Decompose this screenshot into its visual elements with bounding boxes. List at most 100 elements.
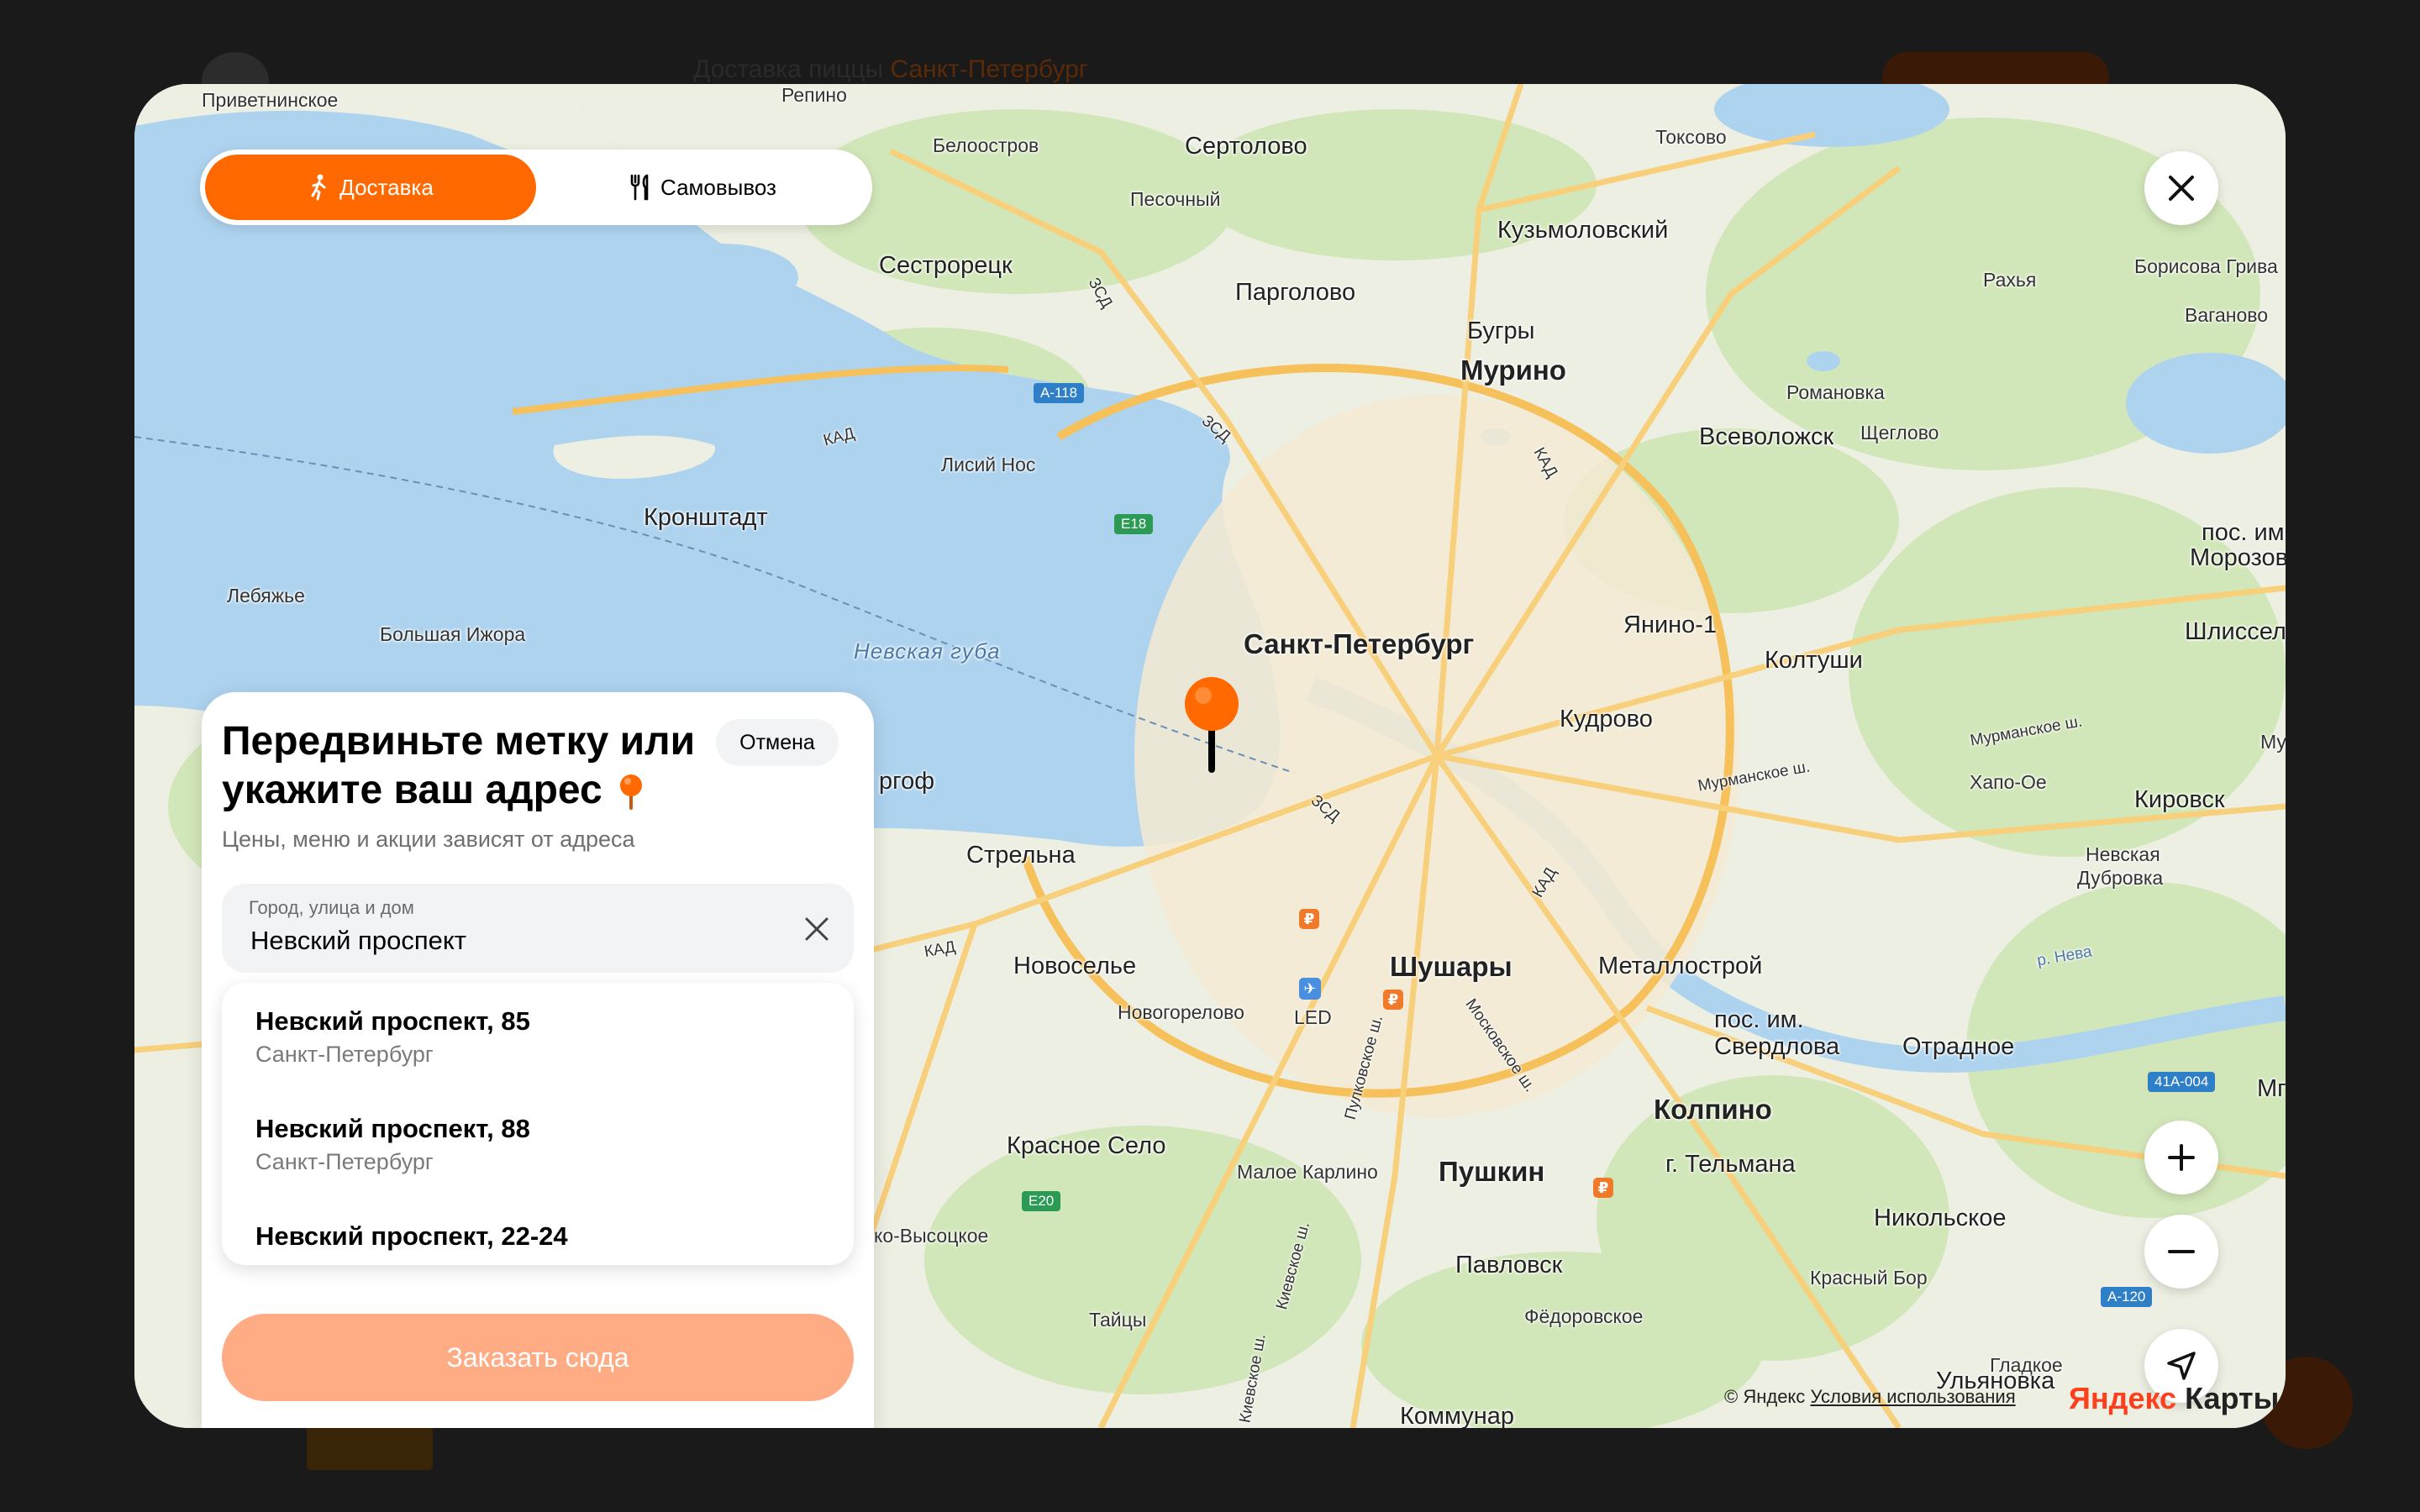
- panel-title: Передвиньте метку или укажите ваш адрес: [222, 719, 696, 812]
- map-attribution: © Яндекс Условия использования: [1724, 1386, 2016, 1408]
- navigation-arrow-icon: [2167, 1352, 2196, 1380]
- map-label: Лисий Нос: [941, 454, 1036, 475]
- tab-delivery-label: Доставка: [339, 174, 434, 200]
- map-label: Кудрово: [1560, 706, 1653, 732]
- fork-knife-icon: [630, 174, 649, 201]
- map-label: Металлострой: [1598, 953, 1763, 979]
- map-label: Му: [2260, 731, 2286, 753]
- map-label: Песочный: [1130, 188, 1221, 210]
- map-label: Морозова: [2190, 544, 2286, 571]
- map-label: Хапо-Ое: [1970, 771, 2047, 793]
- map-label: Бугры: [1467, 318, 1535, 344]
- map-label: Стрельна: [966, 842, 1076, 869]
- map-label: пос. им.: [2202, 519, 2286, 546]
- attribution-text: © Яндекс: [1724, 1386, 1806, 1407]
- plus-icon: [2168, 1144, 2195, 1171]
- map-label: Янино-1: [1623, 612, 1718, 638]
- map-label: ргоф: [879, 768, 935, 795]
- zoom-out-button[interactable]: [2144, 1215, 2218, 1289]
- minus-icon: [2168, 1250, 2195, 1253]
- suggestion-item[interactable]: Невский проспект, 88 Санкт-Петербург: [222, 1090, 854, 1191]
- map-label: ко-Высоцкое: [874, 1225, 989, 1247]
- address-modal: Приветнинское Репино Белоостров Сертолов…: [134, 84, 2286, 1428]
- suggestion-street: Невский проспект, 88: [255, 1114, 530, 1143]
- tab-pickup[interactable]: Самовывоз: [538, 155, 867, 220]
- map-label: Новогорелово: [1118, 1001, 1244, 1023]
- suggestion-item[interactable]: Невский проспект, 22-24: [222, 1198, 854, 1265]
- road-badge: E20: [1022, 1191, 1061, 1211]
- order-here-button[interactable]: Заказать сюда: [222, 1314, 854, 1401]
- map-label: Красный Бор: [1810, 1267, 1928, 1289]
- map-label: Парголово: [1235, 279, 1356, 306]
- terms-link[interactable]: Условия использования: [1810, 1386, 2015, 1407]
- map-label: Коммунар: [1400, 1403, 1514, 1428]
- road-badge: 41А-004: [2148, 1072, 2216, 1092]
- map-label: Романовка: [1786, 381, 1885, 403]
- map-label: Шлиссельбург: [2185, 618, 2286, 645]
- map-label: Фёдоровское: [1524, 1305, 1644, 1327]
- walking-courier-icon: [311, 174, 326, 201]
- map-label: Отрадное: [1902, 1033, 2015, 1060]
- map-label: Приветнинское: [202, 89, 339, 111]
- map-label: Белоостров: [933, 134, 1039, 156]
- suggestion-city: Санкт-Петербург: [255, 1042, 434, 1067]
- address-field-label: Город, улица и дом: [249, 897, 414, 918]
- map-label: Кронштадт: [644, 504, 768, 531]
- pizzeria-marker-icon[interactable]: ₽: [1593, 1178, 1613, 1198]
- close-icon: [2169, 176, 2194, 201]
- map-label: Борисова Грива: [2134, 255, 2278, 277]
- panel-subtitle: Цены, меню и акции зависят от адреса: [222, 827, 635, 852]
- map-label: Сертолово: [1185, 133, 1307, 160]
- suggestion-city: Санкт-Петербург: [255, 1149, 434, 1174]
- address-suggestions: Невский проспект, 85 Санкт-Петербург Нев…: [222, 983, 854, 1265]
- map-label: Малое Карлино: [1237, 1161, 1378, 1183]
- map-label: Павловск: [1455, 1252, 1563, 1278]
- map-label: Мг: [2257, 1075, 2286, 1102]
- suggestion-item[interactable]: Невский проспект, 85 Санкт-Петербург: [222, 983, 854, 1084]
- suggestion-street: Невский проспект, 85: [255, 1006, 530, 1036]
- map-label: Колтуши: [1765, 647, 1863, 674]
- map-label: Репино: [781, 84, 847, 106]
- map-label: Свердлова: [1714, 1033, 1840, 1060]
- map-label: Мурино: [1460, 354, 1566, 386]
- clear-address-button[interactable]: [798, 911, 835, 948]
- tab-delivery[interactable]: Доставка: [205, 155, 536, 220]
- pizzeria-marker-icon[interactable]: ₽: [1383, 990, 1403, 1010]
- close-button[interactable]: [2144, 151, 2218, 225]
- map-label: Ваганово: [2185, 304, 2269, 326]
- road-badge: E18: [1114, 514, 1154, 534]
- delivery-mode-toggle: Доставка Самовывоз: [200, 150, 872, 225]
- background-header: Доставка пиццы Санкт-Петербург: [0, 0, 2420, 111]
- address-panel: Передвиньте метку или укажите ваш адрес …: [202, 692, 874, 1428]
- map-label: пос. им.: [1714, 1006, 1804, 1033]
- address-field[interactable]: Город, улица и дом: [222, 884, 854, 973]
- map-label: Тайцы: [1089, 1309, 1147, 1331]
- pizzeria-marker-icon[interactable]: ₽: [1299, 909, 1319, 929]
- map-label: Невская губа: [854, 638, 1001, 664]
- location-pin-icon: [620, 774, 642, 811]
- background-header-title: Доставка пиццы Санкт-Петербург: [693, 55, 1088, 83]
- tab-pickup-label: Самовывоз: [660, 174, 776, 200]
- suggestion-street: Невский проспект, 22-24: [255, 1221, 568, 1251]
- map-label: Токсово: [1655, 126, 1727, 148]
- map-label: Кировск: [2134, 786, 2225, 813]
- map-label: Санкт-Петербург: [1244, 628, 1475, 659]
- map-label: Сестрорецк: [879, 252, 1013, 279]
- close-icon: [805, 917, 829, 941]
- address-input[interactable]: [250, 922, 755, 959]
- cancel-button[interactable]: Отмена: [716, 719, 839, 766]
- map-label: Большая Ижора: [380, 623, 526, 645]
- map-label: Рахья: [1983, 269, 2037, 291]
- yandex-maps-logo[interactable]: Яндекс Карты: [2069, 1381, 2279, 1416]
- airport-icon: ✈: [1299, 978, 1321, 1000]
- map-label: Красное Село: [1007, 1132, 1166, 1159]
- map-label: Щеглово: [1860, 422, 1939, 444]
- road-badge: А-120: [2101, 1287, 2153, 1307]
- map-label: Новоселье: [1013, 953, 1137, 979]
- zoom-in-button[interactable]: [2144, 1121, 2218, 1194]
- map-label: Дубровка: [2077, 867, 2164, 889]
- map-label: LED: [1294, 1006, 1332, 1028]
- map-label: Всеволожск: [1699, 423, 1834, 450]
- map-label: Пушкин: [1439, 1156, 1545, 1187]
- map-label: Невская: [2086, 843, 2160, 865]
